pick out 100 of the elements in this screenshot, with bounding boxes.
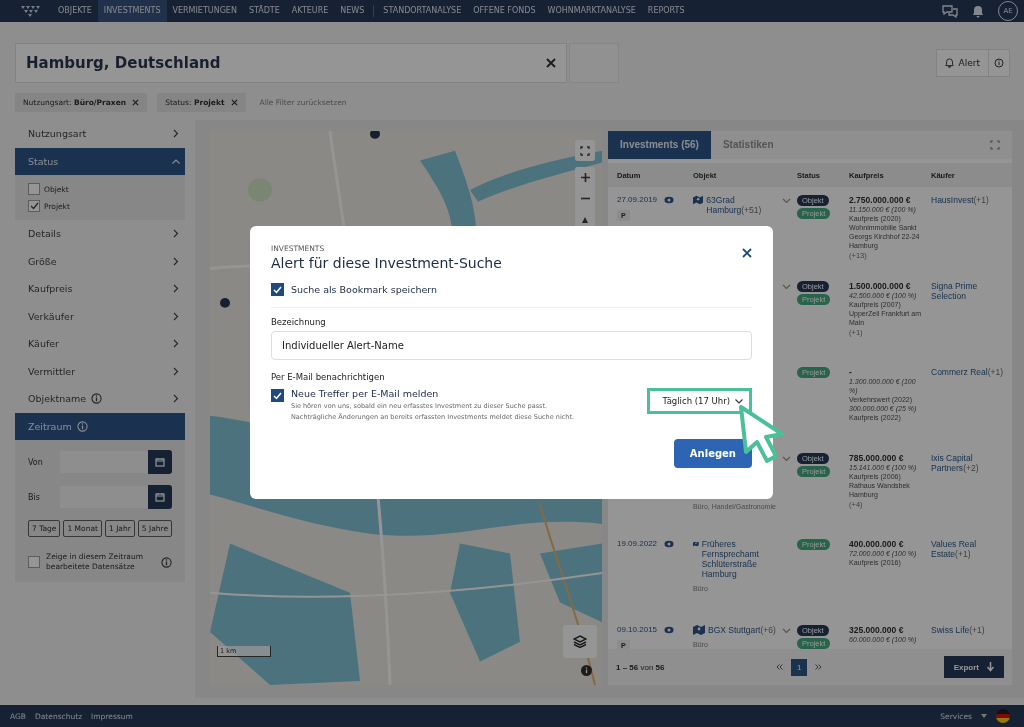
filter-section-header[interactable]: Details (15, 220, 185, 248)
create-button[interactable]: Anlegen (673, 439, 752, 468)
help-icon (994, 58, 1004, 68)
checkbox[interactable] (28, 556, 40, 568)
fullscreen-icon (580, 145, 590, 156)
name-input[interactable]: Individueller Alert-Name (271, 331, 752, 360)
nav-link[interactable]: STANDORTANALYSE (377, 0, 468, 22)
export-button[interactable]: Export (943, 656, 1004, 678)
chevron-icon (173, 394, 179, 404)
info-icon[interactable] (581, 665, 592, 676)
object-link[interactable]: BGX Stuttgart(+6) (708, 625, 776, 635)
filter-section-header[interactable]: Objektname (15, 385, 185, 413)
close-icon[interactable] (230, 98, 238, 106)
map-pin-icon (693, 625, 705, 635)
price-text: 400.000.000 € (849, 539, 905, 549)
filter-section-header[interactable]: Status (15, 147, 185, 175)
buyer-link[interactable]: HausInvest(+1) (931, 195, 1005, 205)
field-label: Bezeichnung (271, 317, 327, 327)
filter-section-header[interactable]: Kaufpreis (15, 275, 185, 303)
nav-link[interactable]: AKTEURE (285, 0, 335, 22)
previous-page-icon[interactable] (776, 664, 783, 670)
nav-link[interactable]: VERMIETUNGEN (166, 0, 243, 22)
buyer-link[interactable]: Signa Prime Selection (931, 281, 1005, 301)
price-text: 325.000.000 € (849, 625, 905, 635)
chevron-icon (173, 284, 179, 294)
object-link[interactable]: 63Grad Hamburg(+51) (706, 195, 780, 215)
chevron-icon (173, 256, 179, 266)
compass-icon (582, 216, 588, 223)
plus-icon (580, 173, 590, 182)
filter-section-header[interactable]: Zeitraum (15, 412, 185, 440)
date-text: 19.09.2022 (617, 539, 658, 548)
price-text: - (849, 367, 853, 377)
filter-section-header[interactable]: Verkäufer (15, 302, 185, 330)
caret-icon (981, 714, 987, 718)
date-field[interactable] (60, 486, 148, 508)
logo-icon (20, 5, 42, 17)
flag-icon[interactable] (996, 709, 1010, 723)
chevron-icon (173, 366, 179, 376)
nav-link[interactable]: INVESTMENTS (97, 0, 167, 22)
bell-icon[interactable] (972, 4, 984, 18)
chevron-icon (173, 229, 179, 239)
close-icon[interactable] (132, 98, 140, 106)
nav-link[interactable]: OFFENE FONDS (467, 0, 542, 22)
filter-section-header[interactable]: Käufer (15, 330, 185, 358)
checkbox[interactable] (28, 183, 40, 195)
date-text: 27.09.2019 (617, 195, 658, 204)
chevron-icon[interactable] (782, 628, 791, 634)
buyer-link[interactable]: Ixis Capital Partners(+2) (931, 453, 1005, 473)
chevron-icon[interactable] (782, 198, 791, 204)
info-icon (76, 420, 88, 432)
download-icon (987, 662, 994, 672)
info-icon (161, 556, 172, 568)
chevron-icon (173, 129, 179, 139)
checkbox-label: Suche als Bookmark speichern (291, 284, 438, 295)
date-field[interactable] (60, 451, 148, 473)
chevron-icon[interactable] (782, 284, 791, 290)
object-link[interactable]: Früheres Fernsprechamt Schlüterstraße Hamburg (701, 539, 791, 579)
caret-icon (735, 398, 743, 404)
price-text: 2.750.000.000 € (849, 195, 912, 205)
eye-icon[interactable] (664, 539, 675, 548)
search-field[interactable]: Hamburg, Deutschland (15, 43, 567, 83)
eye-icon[interactable] (664, 625, 675, 634)
buyer-link[interactable]: Swiss Life(+1) (931, 625, 1005, 635)
map-pin-icon (693, 539, 699, 549)
nav-link[interactable]: STÄDTE (242, 0, 286, 22)
chevron-icon (171, 158, 181, 165)
filter-section-header[interactable]: Größe (15, 247, 185, 275)
checkbox[interactable] (271, 283, 284, 296)
tab[interactable]: Investments (56) (608, 131, 711, 159)
layers-button[interactable] (563, 625, 597, 658)
nav-link[interactable]: NEWS (334, 0, 371, 22)
price-text: 1.500.000.000 € (849, 281, 912, 291)
nav-link[interactable]: WOHNMARKTANALYSE (541, 0, 642, 22)
nav-link[interactable]: REPORTS (641, 0, 691, 22)
chevron-icon (173, 339, 179, 349)
checkbox[interactable] (28, 200, 40, 212)
filter-section-header[interactable]: Nutzungsart (15, 120, 185, 148)
layers-icon (573, 635, 587, 648)
nav-link[interactable]: OBJEKTE (52, 0, 98, 22)
buyer-link[interactable]: Values Real Estate(+1) (931, 539, 1005, 559)
buyer-link[interactable]: Commerz Real(+1) (931, 367, 1005, 377)
frequency-dropdown[interactable]: Täglich (17 Uhr) (647, 388, 752, 414)
fullscreen-button[interactable] (575, 140, 595, 161)
close-icon[interactable] (546, 58, 556, 68)
next-page-icon[interactable] (815, 664, 823, 670)
calendar-button[interactable] (148, 485, 172, 509)
fullscreen-icon[interactable] (990, 140, 1000, 150)
bell-icon (944, 58, 954, 68)
page-button[interactable]: 1 (791, 658, 808, 676)
help-button[interactable] (989, 49, 1010, 77)
checkbox[interactable] (271, 389, 284, 402)
calendar-button[interactable] (148, 450, 172, 474)
eye-icon[interactable] (664, 195, 675, 204)
filter-section-header[interactable]: Vermittler (15, 357, 185, 385)
section-label: Per E-Mail benachrichtigen (271, 372, 386, 382)
chevron-icon[interactable] (782, 456, 791, 462)
chat-icon[interactable] (942, 4, 958, 18)
date-label: Von (28, 457, 44, 467)
alert-button[interactable]: Alert (935, 49, 989, 77)
close-icon[interactable] (742, 248, 752, 258)
